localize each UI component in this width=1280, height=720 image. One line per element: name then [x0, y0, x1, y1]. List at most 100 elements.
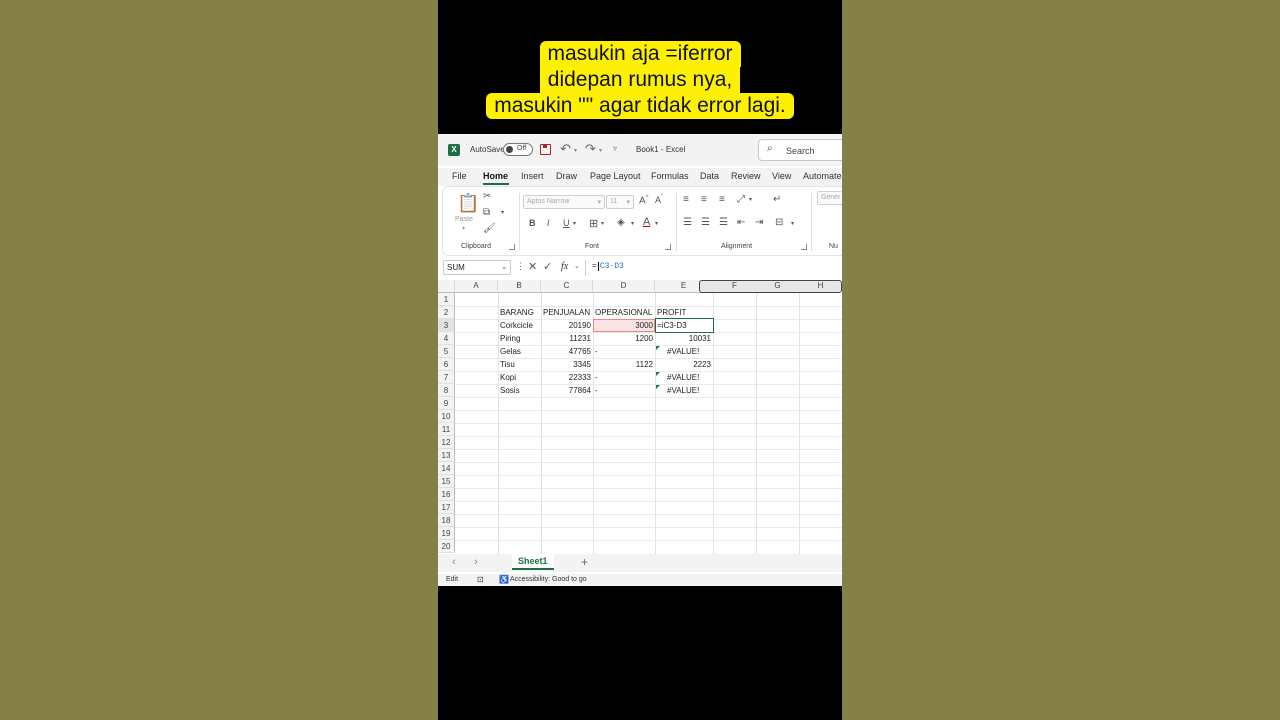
alignment-launcher-icon[interactable] — [801, 244, 807, 250]
add-sheet-icon[interactable]: + — [581, 555, 588, 569]
enter-icon[interactable]: ✓ — [543, 260, 552, 273]
decrease-font-icon[interactable]: Aˇ — [655, 195, 663, 205]
align-bottom-icon[interactable]: ≡ — [719, 194, 725, 205]
clipboard-launcher-icon[interactable] — [509, 244, 515, 250]
row-header-7[interactable]: 7 — [438, 371, 455, 384]
underline-button[interactable]: U — [563, 218, 570, 228]
row-header-2[interactable]: 2 — [438, 306, 455, 319]
cell-penjualan[interactable]: 20190 — [541, 319, 591, 332]
tab-insert[interactable]: Insert — [521, 171, 544, 181]
row-header-20[interactable]: 20 — [438, 540, 455, 553]
cell-profit-editing[interactable]: =iC3-D3 — [657, 319, 687, 332]
tab-file[interactable]: File — [452, 171, 467, 181]
row-header-3[interactable]: 3 — [438, 319, 455, 332]
prev-sheet-icon[interactable]: ‹ — [452, 556, 456, 568]
cell-profit[interactable]: 10031 — [655, 332, 711, 345]
more-options-icon[interactable]: ⋮ — [516, 261, 525, 272]
tab-draw[interactable]: Draw — [556, 171, 577, 181]
row-header-13[interactable]: 13 — [438, 449, 455, 462]
align-right-icon[interactable]: ☰ — [719, 217, 728, 228]
error-indicator-icon[interactable] — [656, 346, 660, 350]
format-painter-icon[interactable]: 🖌 — [483, 223, 496, 234]
column-header-c[interactable]: C — [541, 280, 593, 293]
column-header-f[interactable]: F — [713, 280, 756, 293]
save-icon[interactable] — [540, 144, 551, 155]
next-sheet-icon[interactable]: › — [474, 556, 478, 568]
tab-home[interactable]: Home — [483, 171, 508, 181]
cell-penjualan[interactable]: 77864 — [541, 384, 591, 397]
tab-formulas[interactable]: Formulas — [651, 171, 689, 181]
column-header-b[interactable]: B — [498, 280, 541, 293]
row-header-14[interactable]: 14 — [438, 462, 455, 475]
align-middle-icon[interactable]: ≡ — [701, 194, 707, 205]
sheet-tab-sheet1[interactable]: Sheet1 — [512, 554, 554, 570]
row-header-4[interactable]: 4 — [438, 332, 455, 345]
tab-data[interactable]: Data — [700, 171, 719, 181]
name-box-dropdown-icon[interactable]: ⌄ — [501, 261, 507, 274]
fill-color-dropdown-icon[interactable]: ▾ — [631, 220, 634, 227]
column-header-g[interactable]: G — [756, 280, 799, 293]
paste-dropdown-icon[interactable]: ▾ — [462, 225, 465, 232]
fill-color-icon[interactable]: ◈ — [617, 217, 625, 228]
align-center-icon[interactable]: ☰ — [701, 217, 710, 228]
name-box[interactable]: SUM ⌄ — [443, 260, 511, 275]
row-header-16[interactable]: 16 — [438, 488, 455, 501]
tab-view[interactable]: View — [772, 171, 791, 181]
increase-indent-icon[interactable]: ⇥ — [755, 217, 763, 228]
row-header-5[interactable]: 5 — [438, 345, 455, 358]
select-all-corner[interactable] — [438, 280, 455, 293]
copy-icon[interactable]: ⧉ — [483, 207, 490, 218]
cell-operasional[interactable]: 1200 — [593, 332, 653, 345]
row-header-1[interactable]: 1 — [438, 293, 455, 306]
tab-page-layout[interactable]: Page Layout — [590, 171, 641, 181]
row-header-19[interactable]: 19 — [438, 527, 455, 540]
header-penjualan[interactable]: PENJUALAN — [543, 306, 590, 319]
cell-operasional[interactable]: 1122 — [593, 358, 653, 371]
error-indicator-icon[interactable] — [656, 372, 660, 376]
undo-icon[interactable]: ↶ — [560, 141, 571, 157]
font-launcher-icon[interactable] — [665, 244, 671, 250]
italic-button[interactable]: I — [547, 218, 550, 228]
row-header-6[interactable]: 6 — [438, 358, 455, 371]
tab-automate[interactable]: Automate — [803, 171, 842, 181]
font-name-select[interactable]: Aptos Narrow ▾ — [523, 195, 605, 209]
cell-profit-error[interactable]: #VALUE! — [667, 371, 699, 384]
spreadsheet-grid[interactable]: A B C D E F G H 1 2 3 4 5 6 7 8 9 10 11 … — [438, 280, 842, 554]
align-left-icon[interactable]: ☰ — [683, 217, 692, 228]
redo-icon[interactable]: ↷ — [585, 141, 596, 157]
borders-dropdown-icon[interactable]: ▾ — [601, 220, 604, 227]
decrease-indent-icon[interactable]: ⇤ — [737, 217, 745, 228]
increase-font-icon[interactable]: A^ — [639, 195, 649, 206]
wrap-text-icon[interactable]: ↵ — [773, 194, 781, 205]
merge-center-icon[interactable]: ⊟ — [775, 217, 783, 228]
row-header-10[interactable]: 10 — [438, 410, 455, 423]
cell-penjualan[interactable]: 11231 — [541, 332, 591, 345]
row-header-12[interactable]: 12 — [438, 436, 455, 449]
cell-barang[interactable]: Sosis — [500, 384, 520, 397]
underline-dropdown-icon[interactable]: ▾ — [573, 220, 576, 227]
cell-operasional[interactable]: 3000 — [593, 319, 653, 332]
cell-profit-error[interactable]: #VALUE! — [667, 384, 699, 397]
cell-operasional[interactable]: - — [595, 345, 598, 358]
orientation-dropdown-icon[interactable]: ▾ — [749, 196, 752, 203]
borders-icon[interactable]: ⊞ — [589, 217, 598, 230]
align-top-icon[interactable]: ≡ — [683, 194, 689, 205]
paste-label[interactable]: Paste — [455, 216, 473, 223]
accessibility-icon[interactable]: ♿ — [499, 575, 509, 584]
formula-input[interactable]: = C3-D3 — [592, 262, 624, 271]
cell-barang[interactable]: Corkcicle — [500, 319, 533, 332]
cell-barang[interactable]: Kopi — [500, 371, 516, 384]
column-header-a[interactable]: A — [455, 280, 498, 293]
merge-dropdown-icon[interactable]: ▾ — [791, 220, 794, 227]
customize-quick-access-icon[interactable]: ▿ — [613, 144, 617, 153]
error-indicator-icon[interactable] — [656, 385, 660, 389]
row-header-11[interactable]: 11 — [438, 423, 455, 436]
cell-penjualan[interactable]: 22333 — [541, 371, 591, 384]
insert-function-icon[interactable]: fx — [561, 261, 568, 272]
redo-dropdown-icon[interactable]: ▾ — [599, 147, 602, 154]
autosave-toggle[interactable]: Off — [503, 143, 533, 156]
search-box[interactable]: ⌕ Search — [758, 139, 842, 161]
header-profit[interactable]: PROFIT — [657, 306, 686, 319]
cell-operasional[interactable]: - — [595, 371, 598, 384]
cancel-icon[interactable]: ✕ — [528, 260, 537, 273]
